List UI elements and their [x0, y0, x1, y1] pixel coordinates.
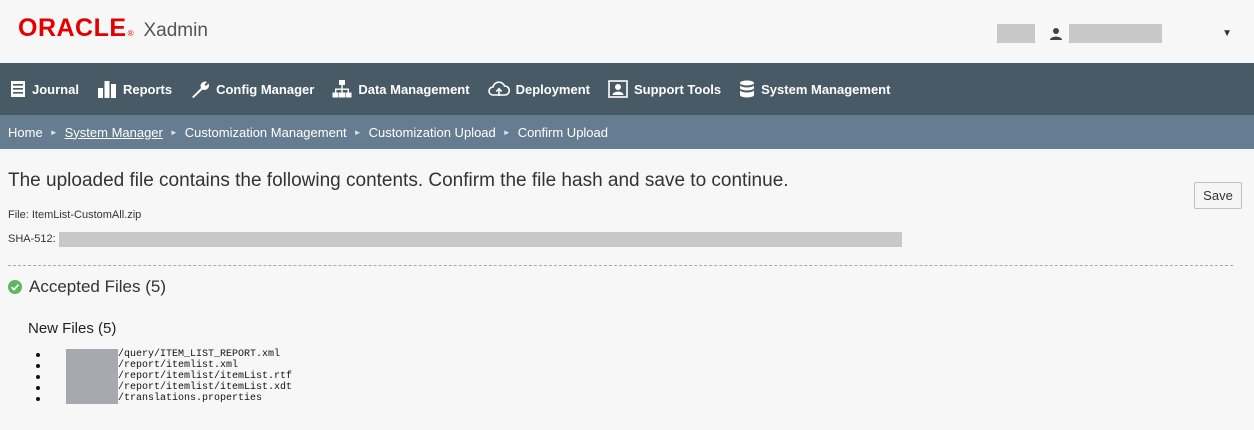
breadcrumb-separator-icon: ► — [49, 127, 58, 137]
nav-item-reports[interactable]: Reports — [97, 80, 172, 98]
redacted-path-prefix — [66, 382, 118, 393]
nav-item-journal[interactable]: Journal — [10, 80, 79, 98]
breadcrumb-home[interactable]: Home — [8, 125, 43, 140]
file-path: /translations.properties — [118, 393, 263, 404]
cloud-upload-icon — [487, 81, 510, 96]
wrench-icon — [192, 81, 210, 98]
check-circle-icon — [8, 280, 22, 294]
redacted-user-field — [997, 24, 1036, 43]
bullet-icon — [36, 352, 40, 357]
list-item: /report/itemlist.xml — [36, 360, 1246, 371]
bullet-icon — [36, 374, 40, 379]
database-icon — [740, 80, 755, 98]
nav-item-label: Config Manager — [216, 81, 315, 97]
file-hash: SHA-512: — [8, 231, 1246, 247]
logo-registered-mark: ® — [127, 29, 134, 38]
bullet-icon — [36, 363, 40, 368]
nav-item-data-management[interactable]: Data Management — [332, 80, 470, 98]
bar-chart-icon — [97, 81, 116, 98]
nav-item-label: Support Tools — [633, 81, 722, 97]
save-button[interactable]: Save — [1194, 182, 1242, 209]
breadcrumb-system-manager-link[interactable]: System Manager — [65, 125, 163, 140]
user-icon — [1050, 27, 1063, 40]
section-divider — [8, 265, 1233, 266]
uploaded-file-name: File: ItemList-CustomAll.zip — [8, 209, 142, 221]
new-files-list: /query/ITEM_LIST_REPORT.xml /report/item… — [36, 349, 1246, 404]
list-item: /translations.properties — [36, 393, 1246, 404]
redacted-path-prefix — [66, 360, 118, 371]
hash-label: SHA-512: — [8, 233, 56, 245]
nav-item-deployment[interactable]: Deployment — [487, 80, 590, 98]
main-nav: Journal Reports Config Manager Data Mana… — [0, 63, 1254, 115]
redacted-user-name — [1069, 24, 1163, 43]
nav-item-config-manager[interactable]: Config Manager — [190, 80, 314, 98]
main-content: The uploaded file contains the following… — [0, 168, 1254, 404]
page-title: The uploaded file contains the following… — [8, 170, 789, 191]
redacted-hash-value — [58, 231, 902, 247]
nav-item-label: Deployment — [515, 81, 590, 97]
file-path: /report/itemlist/itemList.xdt — [118, 382, 293, 393]
user-menu[interactable]: ▼ — [997, 24, 1232, 43]
breadcrumb-separator-icon: ► — [502, 127, 511, 137]
breadcrumb-separator-icon: ► — [353, 127, 362, 137]
chevron-down-icon[interactable]: ▼ — [1222, 28, 1232, 39]
nav-item-system-management[interactable]: System Management — [739, 80, 890, 98]
oracle-logo[interactable]: ORACLE ® Xadmin — [18, 14, 208, 43]
file-path: /query/ITEM_LIST_REPORT.xml — [118, 349, 281, 360]
accepted-files-heading: Accepted Files (5) — [8, 277, 1246, 297]
file-path: /report/itemlist.xml — [118, 360, 239, 371]
file-path: /report/itemlist/itemList.rtf — [118, 371, 293, 382]
app-name: Xadmin — [143, 20, 208, 41]
redacted-path-prefix — [66, 371, 118, 382]
redacted-path-prefix — [66, 349, 118, 360]
bullet-icon — [36, 385, 40, 390]
accepted-files-label: Accepted Files (5) — [29, 277, 166, 296]
list-item: /report/itemlist/itemList.xdt — [36, 382, 1246, 393]
breadcrumb: Home ► System Manager ► Customization Ma… — [0, 115, 1254, 149]
nav-item-support-tools[interactable]: Support Tools — [608, 80, 721, 98]
redacted-path-prefix — [66, 393, 118, 404]
nav-item-label: Data Management — [358, 81, 470, 97]
nav-item-label: Journal — [32, 81, 79, 97]
list-item: /report/itemlist/itemList.rtf — [36, 371, 1246, 382]
journal-icon — [11, 81, 25, 97]
breadcrumb-customization-management: Customization Management — [184, 124, 347, 140]
logo-wordmark: ORACLE — [18, 14, 127, 42]
app-header: ORACLE ® Xadmin ▼ — [0, 0, 1254, 63]
breadcrumb-customization-upload: Customization Upload — [368, 124, 496, 140]
new-files-heading: New Files (5) — [28, 320, 117, 337]
support-person-icon — [608, 80, 628, 98]
breadcrumb-separator-icon: ► — [169, 127, 178, 137]
breadcrumb-confirm-upload: Confirm Upload — [517, 124, 609, 140]
list-item: /query/ITEM_LIST_REPORT.xml — [36, 349, 1246, 360]
hierarchy-icon — [332, 80, 352, 98]
bullet-icon — [36, 396, 40, 401]
nav-item-label: System Management — [761, 81, 891, 97]
nav-item-label: Reports — [122, 81, 173, 97]
